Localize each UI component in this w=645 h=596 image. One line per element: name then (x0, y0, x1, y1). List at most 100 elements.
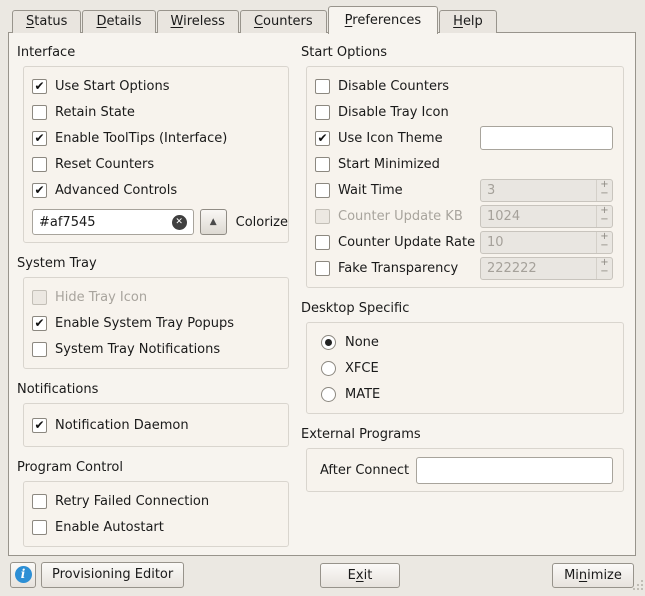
tab-label: Wireless (171, 14, 225, 29)
wait-time-spinbox: 3 +− (480, 179, 613, 202)
tab-label: Details (96, 14, 141, 29)
provisioning-editor-button[interactable]: Provisioning Editor (41, 562, 184, 588)
start-minimized-checkbox[interactable] (315, 157, 330, 172)
spinner-buttons: +− (596, 180, 612, 201)
after-connect-input[interactable] (416, 457, 613, 484)
tab-wireless[interactable]: Wireless (157, 10, 239, 33)
fake-transparency-checkbox[interactable] (315, 261, 330, 276)
tab-label: Status (26, 14, 67, 29)
external-programs-group-title: External Programs (301, 427, 633, 442)
radio-label: XFCE (345, 361, 379, 376)
right-column: Start Options Disable Counters Disable T… (301, 45, 633, 492)
counter-update-kb-checkbox (315, 209, 330, 224)
interface-frame: Use Start Options Retain State Enable To… (23, 66, 289, 243)
row-enable-autostart: Enable Autostart (24, 514, 288, 540)
tab-details[interactable]: Details (82, 10, 155, 33)
exit-button[interactable]: Exit (320, 563, 400, 588)
row-desktop-xfce: XFCE (307, 355, 623, 381)
checkbox-label: Fake Transparency (338, 261, 458, 276)
tab-label: Counters (254, 14, 313, 29)
tray-notifications-checkbox[interactable] (32, 342, 47, 357)
color-entry[interactable]: #af7545 ✕ (32, 209, 194, 235)
spinner-buttons: +− (596, 258, 612, 279)
counter-update-rate-spinbox: 10 +− (480, 231, 613, 254)
after-connect-label: After Connect (320, 463, 409, 478)
external-programs-frame: After Connect (306, 448, 624, 492)
clear-icon[interactable]: ✕ (172, 215, 187, 230)
spinbox-value: 1024 (481, 206, 596, 227)
desktop-specific-group-title: Desktop Specific (301, 301, 633, 316)
notification-daemon-checkbox[interactable] (32, 418, 47, 433)
advanced-controls-checkbox[interactable] (32, 183, 47, 198)
checkbox-label: Enable Autostart (55, 520, 164, 535)
notifications-frame: Notification Daemon (23, 403, 289, 447)
counter-update-rate-checkbox[interactable] (315, 235, 330, 250)
desktop-mate-radio[interactable] (321, 387, 336, 402)
checkbox-label: Hide Tray Icon (55, 290, 147, 305)
enable-tray-popups-checkbox[interactable] (32, 316, 47, 331)
row-retain-state: Retain State (24, 99, 288, 125)
row-notification-daemon: Notification Daemon (24, 412, 288, 438)
left-column: Interface Use Start Options Retain State… (17, 45, 291, 547)
tab-preferences[interactable]: Preferences (328, 6, 438, 34)
reset-counters-checkbox[interactable] (32, 157, 47, 172)
retain-state-checkbox[interactable] (32, 105, 47, 120)
checkbox-label: Disable Tray Icon (338, 105, 449, 120)
tab-counters[interactable]: Counters (240, 10, 327, 33)
enable-tooltips-checkbox[interactable] (32, 131, 47, 146)
row-wait-time: Wait Time 3 +− (307, 177, 623, 203)
checkbox-label: Retry Failed Connection (55, 494, 209, 509)
counter-update-kb-spinbox: 1024 +− (480, 205, 613, 228)
spinner-buttons: +− (596, 206, 612, 227)
row-enable-tooltips: Enable ToolTips (Interface) (24, 125, 288, 151)
system-tray-frame: Hide Tray Icon Enable System Tray Popups… (23, 277, 289, 369)
notifications-group-title: Notifications (17, 382, 291, 397)
enable-autostart-checkbox[interactable] (32, 520, 47, 535)
interface-group-title: Interface (17, 45, 291, 60)
row-fake-transparency: Fake Transparency 222222 +− (307, 255, 623, 281)
start-options-group-title: Start Options (301, 45, 633, 60)
hide-tray-icon-checkbox (32, 290, 47, 305)
row-enable-tray-popups: Enable System Tray Popups (24, 310, 288, 336)
desktop-none-radio[interactable] (321, 335, 336, 350)
system-tray-group-title: System Tray (17, 256, 291, 271)
row-desktop-none: None (307, 329, 623, 355)
checkbox-label: Advanced Controls (55, 183, 177, 198)
desktop-xfce-radio[interactable] (321, 361, 336, 376)
wait-time-checkbox[interactable] (315, 183, 330, 198)
checkbox-label: Use Icon Theme (338, 131, 443, 146)
colorize-up-button[interactable]: ▲ (200, 209, 227, 235)
preferences-panel: Interface Use Start Options Retain State… (8, 32, 636, 556)
spin-down-icon: − (597, 216, 612, 227)
checkbox-label: Counter Update KB (338, 209, 463, 224)
use-start-options-checkbox[interactable] (32, 79, 47, 94)
radio-label: MATE (345, 387, 380, 402)
info-button[interactable]: i (10, 562, 36, 588)
spin-down-icon: − (597, 190, 612, 201)
tab-label: Preferences (345, 13, 421, 28)
checkbox-label: Wait Time (338, 183, 403, 198)
row-use-icon-theme: Use Icon Theme (307, 125, 623, 151)
disable-tray-icon-checkbox[interactable] (315, 105, 330, 120)
resize-grip[interactable] (631, 578, 644, 595)
tab-bar: Status Details Wireless Counters Prefere… (12, 9, 498, 33)
color-value: #af7545 (39, 215, 172, 230)
minimize-button[interactable]: Minimize (552, 563, 634, 588)
tab-help[interactable]: Help (439, 10, 497, 33)
checkbox-label: Enable System Tray Popups (55, 316, 234, 331)
checkbox-label: Reset Counters (55, 157, 154, 172)
retry-failed-connection-checkbox[interactable] (32, 494, 47, 509)
disable-counters-checkbox[interactable] (315, 79, 330, 94)
spin-down-icon: − (597, 268, 612, 279)
spin-down-icon: − (597, 242, 612, 253)
checkbox-label: Retain State (55, 105, 135, 120)
spinbox-value: 10 (481, 232, 596, 253)
spinner-buttons: +− (596, 232, 612, 253)
tab-status[interactable]: Status (12, 10, 81, 33)
checkbox-label: Notification Daemon (55, 418, 189, 433)
use-icon-theme-checkbox[interactable] (315, 131, 330, 146)
icon-theme-input[interactable] (480, 126, 613, 150)
row-tray-notifications: System Tray Notifications (24, 336, 288, 362)
radio-label: None (345, 335, 379, 350)
row-hide-tray-icon: Hide Tray Icon (24, 284, 288, 310)
